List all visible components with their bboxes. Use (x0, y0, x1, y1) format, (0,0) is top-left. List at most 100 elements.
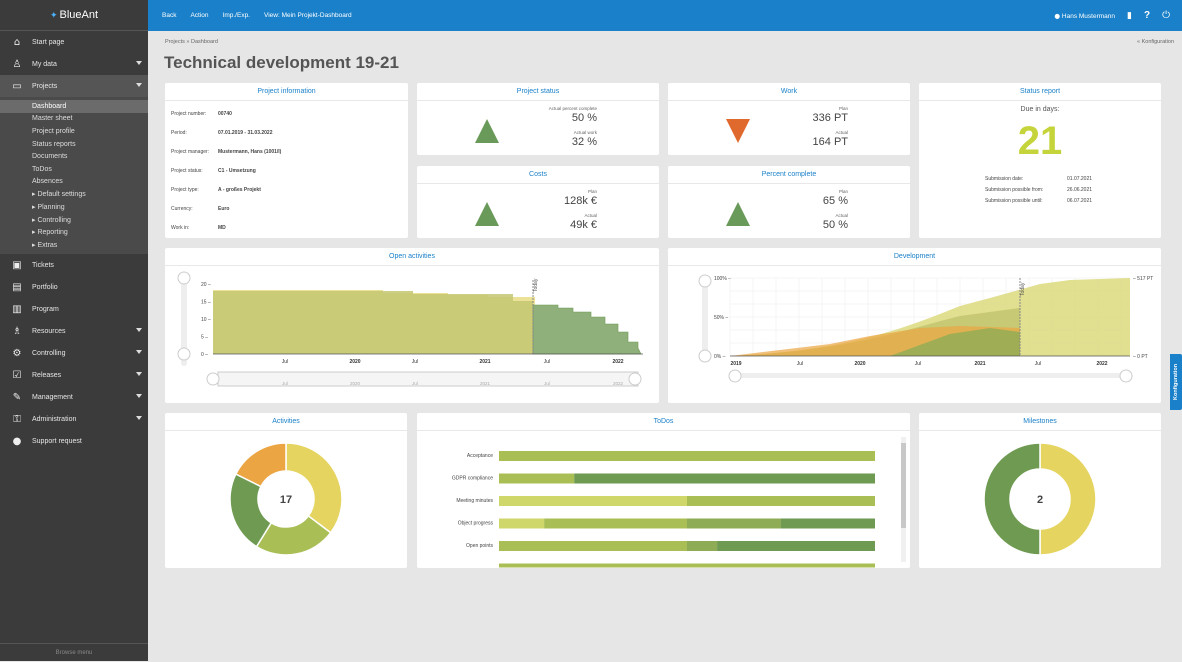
kpi-value: 65 % (822, 195, 848, 207)
chevron-down-icon (136, 83, 142, 87)
konfiguration-link[interactable]: « Konfiguration (1137, 39, 1174, 45)
logo-mark-icon: ✦ (49, 9, 58, 20)
kpi-label: Plan (838, 106, 848, 111)
submenu-item[interactable]: ▸ Extras (0, 239, 148, 252)
nav-item-support-request[interactable]: ● Support request (0, 430, 148, 452)
action-menu[interactable]: Action (190, 12, 208, 19)
kpi-value: 50 % (822, 219, 848, 231)
nav-item-program[interactable]: ▥ Program (0, 298, 148, 320)
logout-icon[interactable]: ⏻ (1162, 10, 1170, 21)
submenu-item[interactable]: Documents (0, 150, 148, 163)
nav-item-releases[interactable]: ☑ Releases (0, 364, 148, 386)
nav-item-start-page[interactable]: ⌂ Start page (0, 31, 148, 53)
nav-item-controlling[interactable]: ⚙ Controlling (0, 342, 148, 364)
submenu-item[interactable]: Project profile (0, 125, 148, 138)
zoom-handle-top[interactable] (698, 274, 712, 288)
range-navigator[interactable] (740, 373, 1130, 378)
bookmark-icon[interactable]: ▮ (1127, 11, 1132, 21)
y-tick-label: 10 – (201, 317, 211, 323)
zoom-slider-track[interactable] (702, 276, 708, 356)
todo-bar-segment[interactable] (687, 541, 718, 551)
todo-category-label: Acceptance (467, 453, 493, 459)
breadcrumb[interactable]: Projects » Dashboard (165, 39, 218, 45)
todo-category-label: Object progress (458, 521, 494, 527)
info-row: Project status: C1 - Umsetzung (171, 168, 401, 174)
range-handle-left[interactable] (206, 372, 220, 386)
todo-bar-segment[interactable] (717, 541, 875, 551)
nav-item-my-data[interactable]: ♙ My data (0, 53, 148, 75)
zoom-handle-bottom[interactable] (698, 349, 712, 363)
back-button[interactable]: Back (162, 12, 176, 19)
nav-item-administration[interactable]: ⚿ Administration (0, 408, 148, 430)
chevron-down-icon (136, 328, 142, 333)
donut-center-value: 2 (1037, 494, 1043, 506)
imp-exp-menu[interactable]: Imp./Exp. (223, 12, 250, 19)
todo-bar-segment[interactable] (544, 518, 687, 529)
todos-bar-chart[interactable]: Acceptance GDPR compliance Meeting minutes… (417, 431, 910, 568)
due-label: Due in days: (1020, 106, 1060, 113)
development-chart[interactable]: 100% – 50% – 0% – Today 2019 Jul 2020 Jul 2021 Ju… (668, 266, 1161, 403)
projects-icon: ▭ (12, 80, 22, 92)
submenu-item[interactable]: Dashboard (0, 100, 148, 113)
nav-item-label: Resources (32, 327, 66, 335)
todo-bar-segment[interactable] (499, 451, 875, 461)
submenu-item[interactable]: ▸ Default settings (0, 188, 148, 201)
app-logo[interactable]: ✦ BlueAnt (0, 0, 148, 31)
range-handle-right[interactable] (1119, 369, 1133, 383)
portfolio-icon: ▤ (12, 281, 22, 293)
todo-bar-segment[interactable] (499, 541, 687, 551)
kpi-value: 128k € (563, 195, 597, 207)
range-handle-right[interactable] (628, 372, 642, 386)
submenu-item[interactable]: Status reports (0, 138, 148, 151)
todo-bar-segment[interactable] (687, 496, 875, 506)
todo-bar-segment[interactable] (574, 473, 875, 484)
card-title: Activities (165, 413, 407, 431)
open-activities-chart[interactable]: 20 – 15 – 10 – 5 – 0 – Today Jul 2020 Jul 2021 Jul… (165, 266, 659, 403)
todo-bar-segment[interactable] (499, 563, 875, 568)
info-value: 00740 (218, 111, 232, 117)
info-value: C1 - Umsetzung (218, 168, 256, 174)
todo-bar-segment[interactable] (499, 518, 545, 529)
kpi-label: Actual percent complete (548, 106, 597, 111)
range-handle-left[interactable] (728, 369, 742, 383)
chevron-down-icon (136, 372, 142, 377)
y-tick-label: 0% – (714, 354, 726, 360)
info-row: Work in: MD (171, 225, 401, 231)
nav-item-portfolio[interactable]: ▤ Portfolio (0, 276, 148, 298)
todo-bar-segment[interactable] (499, 496, 687, 506)
submenu-item[interactable]: ▸ Controlling (0, 213, 148, 226)
card-title: ToDos (417, 413, 910, 431)
todo-bar-segment[interactable] (781, 518, 875, 529)
help-icon[interactable]: ? (1144, 10, 1150, 21)
kpi-value: 50 % (571, 112, 597, 124)
submenu-item[interactable]: Absences (0, 176, 148, 189)
submenu-item[interactable]: ▸ Reporting (0, 226, 148, 239)
today-label: Today (533, 278, 539, 292)
x-tick-label: Jul (544, 359, 550, 365)
browse-menu-link[interactable]: Browse menu (0, 643, 148, 661)
user-menu[interactable]: ● Hans Mustermann (1054, 12, 1115, 20)
milestones-donut[interactable]: 2 (919, 431, 1161, 568)
nav-item-projects[interactable]: ▭ Projects (0, 75, 148, 97)
nav-item-label: Projects (32, 82, 58, 90)
submenu-item[interactable]: ToDos (0, 163, 148, 176)
zoom-handle-bottom[interactable] (177, 347, 191, 361)
range-navigator[interactable] (217, 371, 639, 387)
activities-donut[interactable]: 17 (165, 431, 407, 568)
program-icon: ▥ (12, 303, 22, 315)
nav-item-tickets[interactable]: ▣ Tickets (0, 254, 148, 276)
nav-item-management[interactable]: ✎ Management (0, 386, 148, 408)
card-title: Project information (165, 83, 408, 101)
submenu-item[interactable]: ▸ Planning (0, 201, 148, 214)
scrollbar-thumb[interactable] (901, 443, 906, 528)
todo-bar-segment[interactable] (687, 518, 781, 529)
nav-item-resources[interactable]: ♗ Resources (0, 320, 148, 342)
donut-segment[interactable] (1039, 442, 1097, 556)
view-selector[interactable]: View: Mein Projekt-Dashboard (264, 12, 352, 19)
info-row: Project type: A - großes Projekt (171, 187, 401, 193)
konfiguration-tab[interactable]: Konfiguration (1170, 354, 1182, 410)
todo-bar-segment[interactable] (499, 473, 575, 484)
zoom-handle-top[interactable] (177, 271, 191, 285)
donut-segment[interactable] (983, 442, 1041, 556)
submenu-item[interactable]: Master sheet (0, 113, 148, 126)
